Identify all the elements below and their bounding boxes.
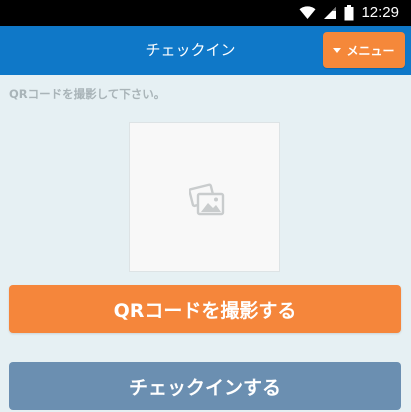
capture-qr-button-label: QRコードを撮影する (113, 299, 297, 322)
qr-preview-area (129, 122, 280, 272)
battery-icon (344, 5, 354, 21)
menu-button[interactable]: メニュー (323, 32, 405, 68)
checkin-button-label: チェックインする (128, 376, 281, 399)
checkin-button[interactable]: チェックインする (9, 362, 401, 410)
menu-button-label: メニュー (346, 43, 395, 58)
status-icons: 12:29 (299, 4, 399, 22)
status-bar: 12:29 (0, 0, 411, 26)
caret-down-icon (333, 47, 342, 53)
wifi-icon (299, 6, 316, 19)
image-placeholder-icon (189, 183, 225, 216)
signal-icon (324, 7, 337, 19)
capture-qr-button[interactable]: QRコードを撮影する (9, 285, 401, 333)
status-time: 12:29 (361, 4, 399, 21)
app-header: チェックイン メニュー (0, 26, 411, 75)
app-screen: 12:29 チェックイン メニュー QRコードを撮影して下さい。 QRコードを撮… (0, 0, 411, 412)
instruction-text: QRコードを撮影して下さい。 (9, 87, 166, 101)
